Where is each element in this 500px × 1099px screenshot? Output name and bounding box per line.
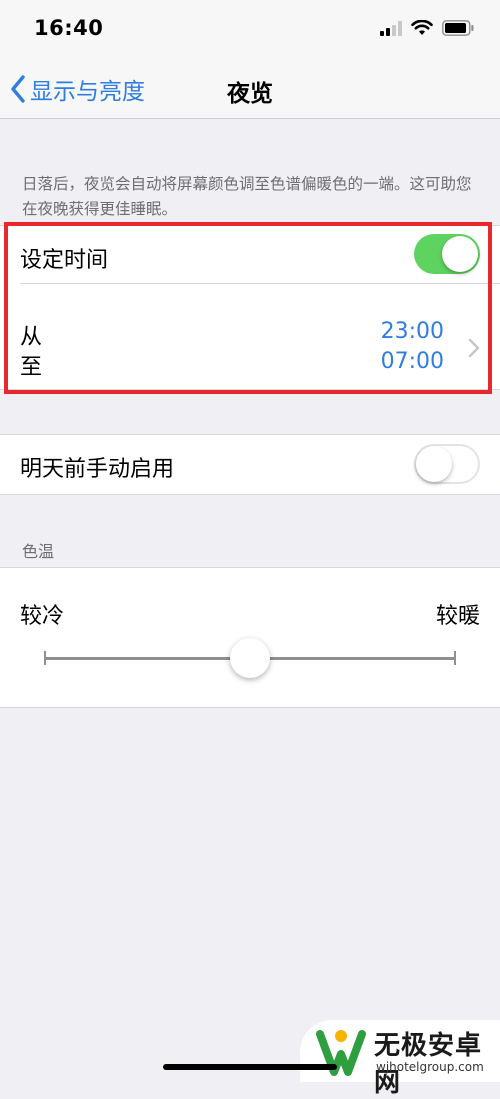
manual-enable-toggle[interactable] (414, 444, 480, 484)
toggle-knob (442, 236, 478, 272)
night-shift-description: 日落后，夜览会自动将屏幕颜色调至色谱偏暖色的一端。这可助您在夜晚获得更佳睡眠。 (22, 175, 472, 218)
scheduled-label: 设定时间 (20, 248, 109, 273)
wifi-icon (411, 20, 433, 35)
from-label: 从 (20, 325, 43, 350)
to-time-value: 07:00 (380, 349, 444, 374)
chevron-right-icon (468, 338, 480, 358)
cellular-signal-icon (380, 20, 402, 36)
color-temperature-header: 色温 (22, 542, 55, 561)
manual-enable-group: 明天前手动启用 (0, 434, 500, 495)
navigation-bar: 显示与亮度 夜览 (0, 60, 500, 119)
home-indicator[interactable] (163, 1064, 337, 1070)
watermark-url: wjhotelgroup.com (376, 1060, 484, 1074)
slider-max-tick (454, 651, 456, 665)
manual-enable-label: 明天前手动启用 (20, 457, 175, 482)
status-bar: 16:40 (0, 0, 500, 60)
scheduled-toggle[interactable] (414, 234, 480, 274)
system-icons (380, 20, 474, 36)
status-time: 16:40 (34, 16, 104, 40)
to-label: 至 (20, 355, 43, 380)
watermark: 无极安卓网 wjhotelgroup.com (300, 1020, 500, 1098)
page-title: 夜览 (227, 81, 273, 107)
cooler-label: 较冷 (20, 604, 65, 629)
warmer-label: 较暖 (435, 604, 480, 629)
schedule-time-row[interactable]: 从 至 23:00 07:00 (0, 283, 500, 389)
toggle-knob (416, 446, 452, 482)
slider-thumb[interactable] (230, 638, 270, 678)
battery-icon (442, 20, 474, 36)
slider-min-tick (44, 651, 46, 665)
from-time-value: 23:00 (380, 319, 444, 344)
